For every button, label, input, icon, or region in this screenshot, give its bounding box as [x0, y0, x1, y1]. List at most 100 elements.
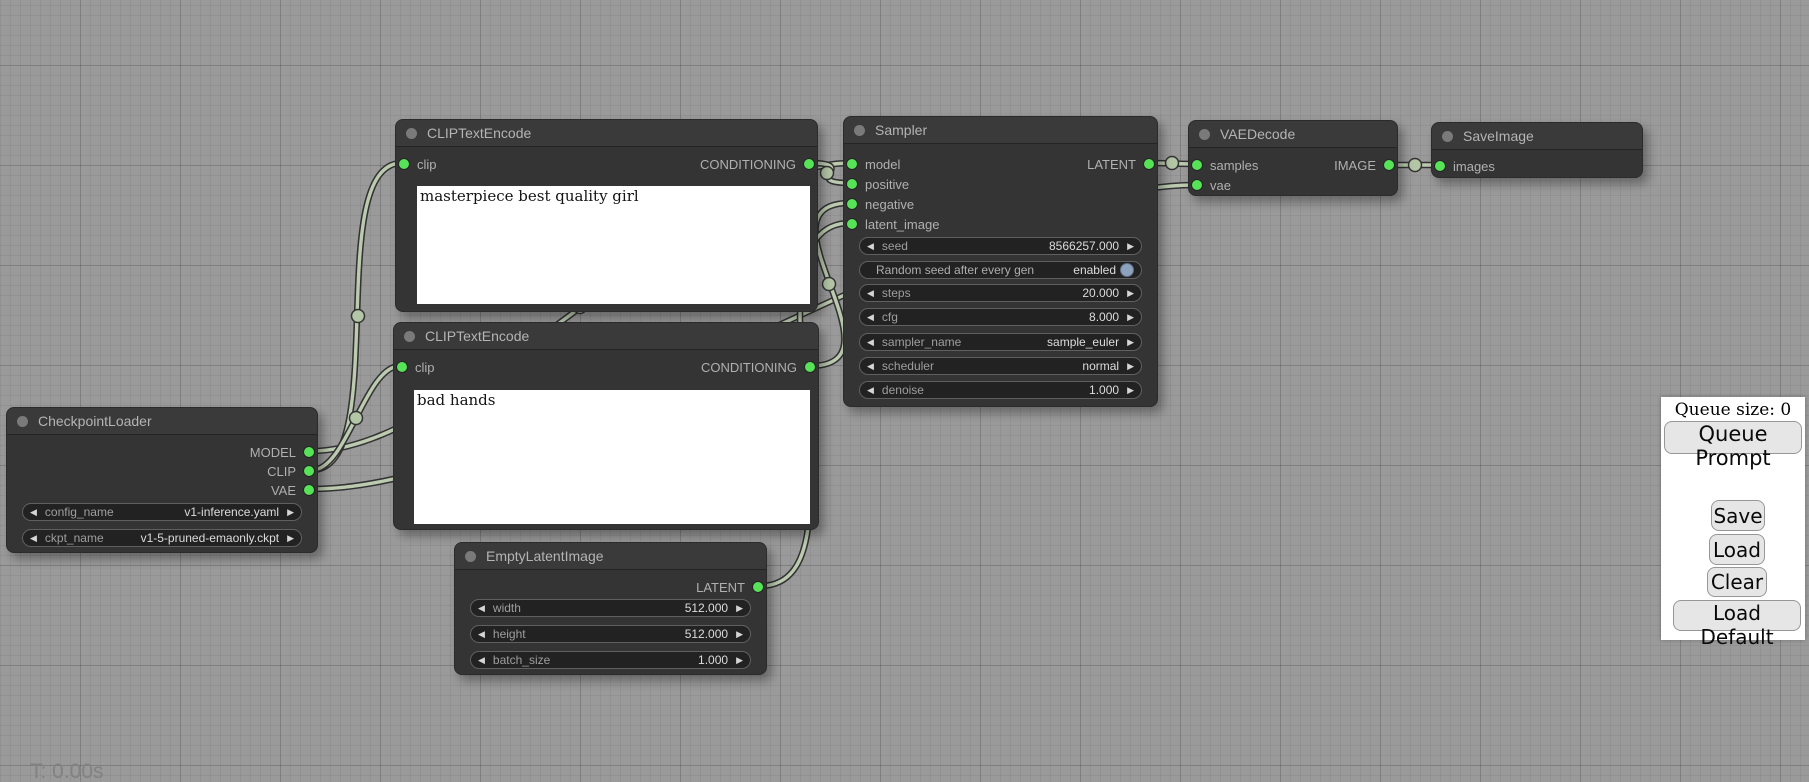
input-slot-dot[interactable] — [1192, 160, 1202, 170]
clear-button[interactable]: Clear — [1707, 567, 1767, 597]
widget-steps[interactable]: ◀ steps 20.000 ▶ — [859, 284, 1142, 302]
node-clip-text-encode-negative[interactable]: CLIPTextEncode clip CONDITIONING bad han… — [393, 322, 819, 530]
widget-value: 8.000 — [1089, 310, 1119, 324]
input-slot-dot[interactable] — [1192, 180, 1202, 190]
widget-label: batch_size — [493, 653, 550, 667]
widget-scheduler[interactable]: ◀ scheduler normal ▶ — [859, 357, 1142, 375]
output-slot-dot[interactable] — [304, 485, 314, 495]
node-collapse-dot-icon[interactable] — [854, 125, 865, 136]
node-sampler[interactable]: Sampler model positive negative latent_i… — [843, 116, 1158, 407]
widget-width[interactable]: ◀ width 512.000 ▶ — [470, 599, 751, 617]
decrement-arrow-icon[interactable]: ◀ — [867, 289, 874, 298]
node-title-bar[interactable]: CLIPTextEncode — [394, 323, 818, 350]
increment-arrow-icon[interactable]: ▶ — [1127, 362, 1134, 371]
widget-denoise[interactable]: ◀ denoise 1.000 ▶ — [859, 381, 1142, 399]
node-title-bar[interactable]: CheckpointLoader — [7, 408, 317, 435]
prompt-textarea[interactable]: masterpiece best quality girl — [417, 186, 810, 304]
increment-arrow-icon[interactable]: ▶ — [736, 656, 743, 665]
node-collapse-dot-icon[interactable] — [404, 331, 415, 342]
decrement-arrow-icon[interactable]: ◀ — [867, 362, 874, 371]
widget-label: Random seed after every gen — [876, 263, 1034, 277]
input-slot-dot[interactable] — [847, 159, 857, 169]
output-slot-clip: CLIP — [267, 462, 314, 480]
widget-label: steps — [882, 286, 911, 300]
output-slot-dot[interactable] — [304, 466, 314, 476]
increment-arrow-icon[interactable]: ▶ — [1127, 338, 1134, 347]
input-slot-dot[interactable] — [399, 159, 409, 169]
increment-arrow-icon[interactable]: ▶ — [1127, 242, 1134, 251]
widget-label: scheduler — [882, 359, 934, 373]
widget-label: ckpt_name — [45, 531, 104, 545]
node-collapse-dot-icon[interactable] — [1442, 131, 1453, 142]
increment-arrow-icon[interactable]: ▶ — [287, 534, 294, 543]
increment-arrow-icon[interactable]: ▶ — [736, 630, 743, 639]
decrement-arrow-icon[interactable]: ◀ — [478, 630, 485, 639]
node-checkpoint-loader[interactable]: CheckpointLoader MODEL CLIP VAE ◀ config… — [6, 407, 318, 553]
output-slot-dot[interactable] — [805, 362, 815, 372]
node-collapse-dot-icon[interactable] — [406, 128, 417, 139]
decrement-arrow-icon[interactable]: ◀ — [30, 534, 37, 543]
graph-canvas[interactable]: T: 0.00s — [0, 0, 1809, 782]
widget-label: config_name — [45, 505, 114, 519]
decrement-arrow-icon[interactable]: ◀ — [867, 386, 874, 395]
decrement-arrow-icon[interactable]: ◀ — [30, 508, 37, 517]
increment-arrow-icon[interactable]: ▶ — [1127, 386, 1134, 395]
node-empty-latent-image[interactable]: EmptyLatentImage LATENT ◀ width 512.000 … — [454, 542, 767, 675]
node-collapse-dot-icon[interactable] — [17, 416, 28, 427]
output-slot-dot[interactable] — [753, 582, 763, 592]
input-slot-clip: clip — [399, 155, 437, 173]
node-title: CLIPTextEncode — [425, 328, 529, 344]
decrement-arrow-icon[interactable]: ◀ — [867, 242, 874, 251]
widget-batch-size[interactable]: ◀ batch_size 1.000 ▶ — [470, 651, 751, 669]
output-slot-dot[interactable] — [1144, 159, 1154, 169]
input-slot-dot[interactable] — [1435, 161, 1445, 171]
widget-config-name[interactable]: ◀ config_name v1-inference.yaml ▶ — [22, 503, 302, 521]
widget-cfg[interactable]: ◀ cfg 8.000 ▶ — [859, 308, 1142, 326]
node-title-bar[interactable]: VAEDecode — [1189, 121, 1397, 148]
widget-value: 512.000 — [685, 627, 728, 641]
widget-value: 8566257.000 — [1049, 239, 1119, 253]
node-title-bar[interactable]: SaveImage — [1432, 123, 1642, 150]
widget-label: sampler_name — [882, 335, 961, 349]
input-slot-dot[interactable] — [847, 199, 857, 209]
toggle-dot-icon[interactable] — [1120, 263, 1134, 277]
increment-arrow-icon[interactable]: ▶ — [1127, 313, 1134, 322]
widget-ckpt-name[interactable]: ◀ ckpt_name v1-5-pruned-emaonly.ckpt ▶ — [22, 529, 302, 547]
output-slot-dot[interactable] — [804, 159, 814, 169]
node-collapse-dot-icon[interactable] — [1199, 129, 1210, 140]
decrement-arrow-icon[interactable]: ◀ — [867, 338, 874, 347]
widget-seed[interactable]: ◀ seed 8566257.000 ▶ — [859, 237, 1142, 255]
decrement-arrow-icon[interactable]: ◀ — [867, 313, 874, 322]
increment-arrow-icon[interactable]: ▶ — [1127, 289, 1134, 298]
input-slot-dot[interactable] — [397, 362, 407, 372]
save-button[interactable]: Save — [1711, 500, 1765, 531]
input-slot-model: model — [847, 155, 900, 173]
widget-sampler-name[interactable]: ◀ sampler_name sample_euler ▶ — [859, 333, 1142, 351]
input-slot-dot[interactable] — [847, 219, 857, 229]
output-slot-conditioning: CONDITIONING — [700, 155, 814, 173]
widget-random-seed-toggle[interactable]: Random seed after every gen enabled — [859, 261, 1142, 279]
queue-prompt-button[interactable]: Queue Prompt — [1664, 421, 1802, 454]
widget-height[interactable]: ◀ height 512.000 ▶ — [470, 625, 751, 643]
input-slot-dot[interactable] — [847, 179, 857, 189]
node-collapse-dot-icon[interactable] — [465, 551, 476, 562]
slot-label: clip — [417, 157, 437, 172]
decrement-arrow-icon[interactable]: ◀ — [478, 656, 485, 665]
widget-label: seed — [882, 239, 908, 253]
prompt-textarea[interactable]: bad hands — [414, 390, 810, 524]
node-title: CLIPTextEncode — [427, 125, 531, 141]
output-slot-dot[interactable] — [1384, 160, 1394, 170]
load-default-button[interactable]: Load Default — [1673, 600, 1801, 631]
load-button[interactable]: Load — [1709, 534, 1765, 565]
node-clip-text-encode-positive[interactable]: CLIPTextEncode clip CONDITIONING masterp… — [395, 119, 818, 312]
node-title-bar[interactable]: CLIPTextEncode — [396, 120, 817, 147]
node-title-bar[interactable]: Sampler — [844, 117, 1157, 144]
node-vae-decode[interactable]: VAEDecode samples vae IMAGE — [1188, 120, 1398, 196]
node-save-image[interactable]: SaveImage images — [1431, 122, 1643, 178]
increment-arrow-icon[interactable]: ▶ — [287, 508, 294, 517]
output-slot-image: IMAGE — [1334, 156, 1394, 174]
output-slot-dot[interactable] — [304, 447, 314, 457]
node-title-bar[interactable]: EmptyLatentImage — [455, 543, 766, 570]
decrement-arrow-icon[interactable]: ◀ — [478, 604, 485, 613]
increment-arrow-icon[interactable]: ▶ — [736, 604, 743, 613]
